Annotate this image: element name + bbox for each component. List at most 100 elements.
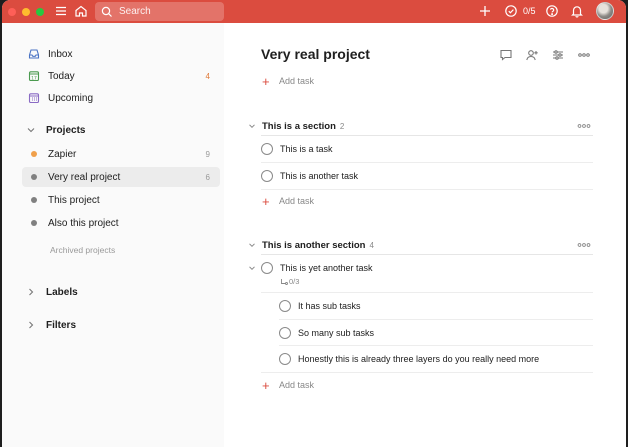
minimize-window-button[interactable] xyxy=(22,7,30,16)
task-checkbox[interactable] xyxy=(279,327,291,339)
section-header[interactable]: This is another section 4 xyxy=(248,237,374,253)
sidebar-item-project[interactable]: Also this project xyxy=(22,213,220,233)
comment-icon[interactable] xyxy=(498,47,514,63)
sidebar-item-project-active[interactable]: Very real project 6 xyxy=(22,167,220,187)
menu-icon[interactable] xyxy=(53,3,69,19)
task-title: Honestly this is already three layers do… xyxy=(298,354,540,364)
section-more-icon[interactable] xyxy=(577,122,591,130)
add-task-button[interactable]: + Add task xyxy=(262,377,314,393)
section-divider xyxy=(261,254,593,255)
task-item[interactable]: This is yet another task xyxy=(261,259,373,277)
section-count: 2 xyxy=(339,121,345,131)
add-task-label: Add task xyxy=(279,76,315,86)
task-title: This is yet another task xyxy=(280,263,373,273)
page-title: Very real project xyxy=(261,46,370,62)
task-title: This is a task xyxy=(280,144,333,154)
settings-sliders-icon[interactable] xyxy=(550,47,566,63)
chevron-right-icon xyxy=(26,287,36,297)
sidebar-item-label: This project xyxy=(48,194,100,206)
subtask-item[interactable]: So many sub tasks xyxy=(279,324,374,342)
add-task-label: Add task xyxy=(279,380,315,390)
task-divider xyxy=(261,189,593,190)
plus-icon: + xyxy=(262,377,270,393)
project-count: 9 xyxy=(205,149,210,159)
sidebar-item-label: Also this project xyxy=(48,217,119,229)
archived-projects-link[interactable]: Archived projects xyxy=(50,245,115,255)
task-title: This is another task xyxy=(280,171,359,181)
task-item[interactable]: This is a task xyxy=(261,140,333,158)
task-checkbox[interactable] xyxy=(261,262,273,274)
section-header[interactable]: This is a section 2 xyxy=(248,118,344,134)
add-task-button[interactable]: + Add task xyxy=(262,73,314,89)
main-content: Very real project + Add task This is a s… xyxy=(224,23,626,447)
add-icon[interactable] xyxy=(477,3,493,19)
labels-heading-label: Labels xyxy=(46,286,78,298)
search-placeholder: Search xyxy=(119,6,151,17)
task-divider xyxy=(261,292,593,293)
search-icon xyxy=(101,6,112,17)
section-title: This is another section xyxy=(262,239,366,251)
sidebar-item-label: Inbox xyxy=(48,48,73,60)
karma-count[interactable]: 0/5 xyxy=(523,6,536,16)
chevron-down-icon[interactable] xyxy=(248,264,256,272)
top-bar: Search 0/5 xyxy=(2,0,626,23)
sidebar-item-label: Upcoming xyxy=(48,92,94,104)
task-checkbox[interactable] xyxy=(279,300,291,312)
subtask-icon xyxy=(281,278,288,285)
sidebar-item-label: Very real project xyxy=(48,171,121,183)
sidebar-item-label: Zapier xyxy=(48,148,77,160)
svg-text:17: 17 xyxy=(31,75,37,81)
close-window-button[interactable] xyxy=(8,7,16,16)
section-more-icon[interactable] xyxy=(577,241,591,249)
share-icon[interactable] xyxy=(524,47,540,63)
chevron-down-icon xyxy=(248,241,258,249)
section-title: This is a section xyxy=(262,120,336,132)
chevron-down-icon xyxy=(26,125,36,135)
more-icon[interactable] xyxy=(576,47,592,63)
notifications-icon[interactable] xyxy=(569,3,585,19)
sidebar-item-upcoming[interactable]: Upcoming xyxy=(22,88,220,108)
filters-heading[interactable]: Filters xyxy=(26,316,76,334)
search-input[interactable]: Search xyxy=(95,2,224,21)
productivity-icon[interactable] xyxy=(503,3,519,19)
zoom-window-button[interactable] xyxy=(36,7,44,16)
calendar-upcoming-icon xyxy=(28,92,40,104)
sidebar-item-project[interactable]: Zapier 9 xyxy=(22,144,220,164)
task-item[interactable]: This is another task xyxy=(261,167,358,185)
chevron-down-icon xyxy=(248,122,258,130)
task-divider xyxy=(261,162,593,163)
subtask-progress-label: 0/3 xyxy=(289,277,300,286)
task-divider xyxy=(261,372,593,373)
add-task-label: Add task xyxy=(279,196,315,206)
help-icon[interactable] xyxy=(544,3,560,19)
project-dot-icon xyxy=(28,217,40,229)
plus-icon: + xyxy=(262,73,270,89)
project-dot-icon xyxy=(28,194,40,206)
add-task-button[interactable]: + Add task xyxy=(262,193,314,209)
task-checkbox[interactable] xyxy=(261,170,273,182)
task-checkbox[interactable] xyxy=(261,143,273,155)
task-divider xyxy=(279,345,593,346)
section-divider xyxy=(261,135,593,136)
project-dot-icon xyxy=(28,148,40,160)
projects-heading-label: Projects xyxy=(46,124,86,136)
task-checkbox[interactable] xyxy=(279,353,291,365)
filters-heading-label: Filters xyxy=(46,319,77,331)
calendar-today-icon: 17 xyxy=(28,70,40,82)
projects-heading[interactable]: Projects xyxy=(26,121,85,139)
avatar[interactable] xyxy=(596,2,614,20)
task-title: It has sub tasks xyxy=(298,301,361,311)
subtask-item[interactable]: Honestly this is already three layers do… xyxy=(279,350,539,368)
sidebar: Inbox 17 Today 4 Upcoming Projects Zapie… xyxy=(2,23,224,447)
app-window: Search 0/5 Inbox 17 Today 4 Upcoming Pro… xyxy=(2,0,626,447)
home-icon[interactable] xyxy=(73,3,89,19)
today-count: 4 xyxy=(205,71,210,81)
sidebar-item-today[interactable]: 17 Today 4 xyxy=(22,66,220,86)
project-count: 6 xyxy=(205,172,210,182)
sidebar-item-label: Today xyxy=(48,70,75,82)
subtask-item[interactable]: It has sub tasks xyxy=(279,297,361,315)
sidebar-item-inbox[interactable]: Inbox xyxy=(22,44,220,64)
labels-heading[interactable]: Labels xyxy=(26,283,78,301)
task-title: So many sub tasks xyxy=(298,328,375,338)
sidebar-item-project[interactable]: This project xyxy=(22,190,220,210)
